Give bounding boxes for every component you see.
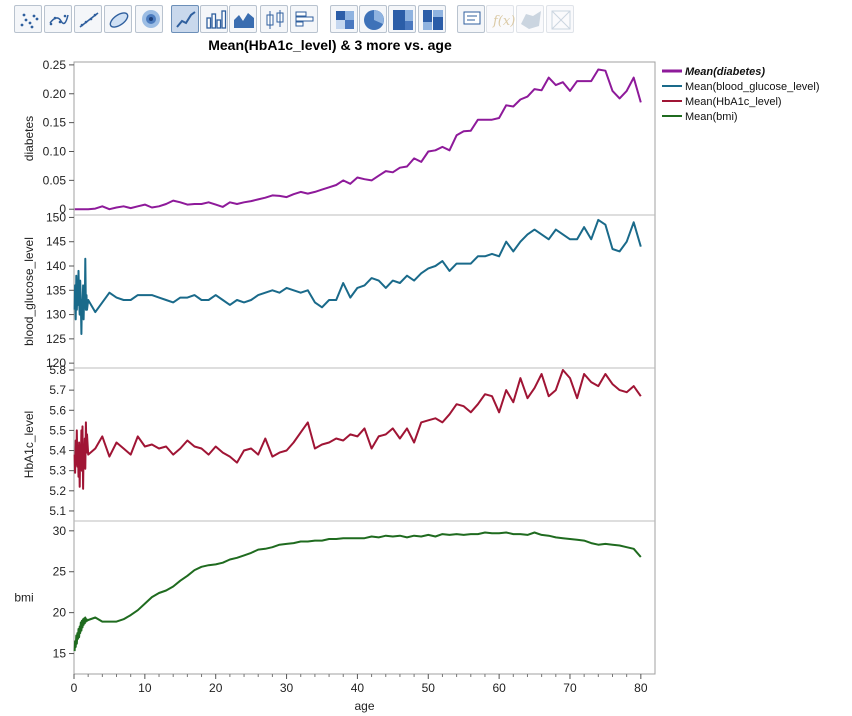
y-tick-label: 20 [53,606,67,620]
x-tick-label: 40 [351,681,365,695]
y-tick-label: 125 [46,332,66,346]
line-chart: 0.25 0.20 0.15 0.10 0.05 0 diabetes 150 145 140 13… [14,58,820,713]
y-axis-label: bmi [14,591,33,605]
legend-item[interactable]: Mean(HbA1c_level) [685,96,782,108]
x-tick-label: 0 [71,681,78,695]
x-tick-label: 70 [563,681,577,695]
series-line-diabetes [74,68,642,211]
y-tick-label: 5.3 [49,464,66,478]
y-axis-label: diabetes [22,116,36,161]
x-tick-label: 20 [209,681,223,695]
y-tick-label: 30 [53,524,67,538]
series-line-blood_glucose_level [73,218,642,335]
y-tick-label: 5.4 [49,444,66,458]
y-tick-label: 130 [46,308,66,322]
y-tick-label: 0.20 [43,87,67,101]
x-tick-label: 50 [422,681,436,695]
y-tick-label: 145 [46,235,66,249]
x-tick-label: 60 [492,681,506,695]
y-tick-label: 25 [53,565,67,579]
x-tick-label: 80 [634,681,648,695]
y-tick-label: 5.8 [49,363,66,377]
legend-item[interactable]: Mean(diabetes) [685,66,765,78]
y-tick-label: 15 [53,647,67,661]
legend-item[interactable]: Mean(bmi) [685,111,738,123]
y-tick-label: 150 [46,210,66,224]
series-line-HbA1c_level [73,369,642,490]
y-tick-label: 0.10 [43,144,67,158]
y-tick-label: 0.15 [43,116,67,130]
y-axis-label: HbA1c_level [22,411,36,478]
y-tick-label: 5.1 [49,504,66,518]
y-tick-label: 5.6 [49,403,66,417]
series-line-bmi [73,531,642,652]
y-tick-label: 0.05 [43,173,67,187]
legend-item[interactable]: Mean(blood_glucose_level) [685,81,820,93]
y-tick-label: 5.7 [49,383,66,397]
y-tick-label: 5.5 [49,423,66,437]
y-tick-label: 135 [46,283,66,297]
y-tick-label: 5.2 [49,484,66,498]
y-tick-label: 140 [46,259,66,273]
x-axis-label: age [354,699,374,713]
y-tick-label: 0.25 [43,58,67,72]
x-tick-label: 10 [138,681,152,695]
y-axis-label: blood_glucose_level [22,237,36,346]
x-tick-label: 30 [280,681,294,695]
